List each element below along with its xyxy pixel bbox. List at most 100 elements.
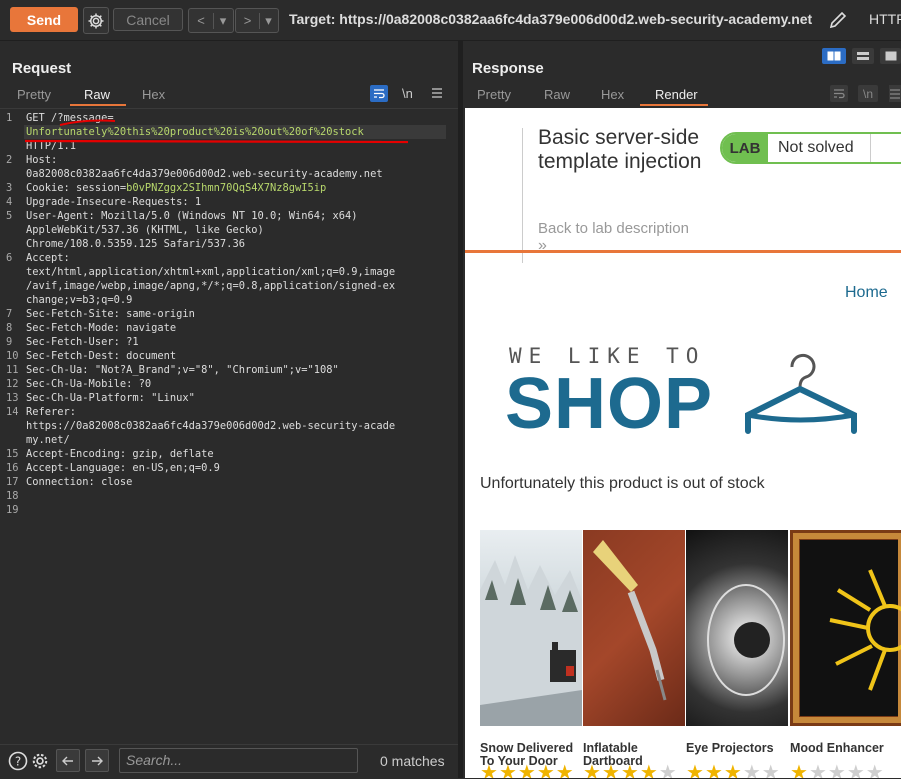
response-newlines-toggle[interactable]: \n bbox=[858, 85, 878, 102]
product-name-3[interactable]: Eye Projectors bbox=[686, 742, 790, 755]
hanger-logo-icon bbox=[745, 354, 857, 434]
code-line[interactable]: Accept: bbox=[26, 251, 70, 265]
code-line[interactable]: Connection: close bbox=[26, 475, 132, 489]
gear-icon bbox=[88, 13, 104, 28]
search-input[interactable] bbox=[120, 749, 357, 770]
star-filled-icon: ★ bbox=[480, 762, 499, 778]
code-token: Sec-Fetch-Dest: document bbox=[26, 350, 177, 362]
product-image-eye[interactable] bbox=[686, 530, 788, 726]
forward-dropdown-icon[interactable]: ▾ bbox=[259, 12, 277, 29]
layout-tabs-button[interactable] bbox=[880, 48, 901, 64]
code-line[interactable]: 0a82008c0382aa6fc4da379e006d00d2.web-sec… bbox=[26, 167, 383, 181]
request-tab-raw[interactable]: Raw bbox=[84, 87, 110, 102]
code-line[interactable]: Sec-Ch-Ua-Mobile: ?0 bbox=[26, 377, 151, 391]
response-tab-pretty[interactable]: Pretty bbox=[477, 87, 511, 102]
line-number: 11 bbox=[6, 364, 19, 376]
edit-target-button[interactable] bbox=[828, 10, 848, 35]
product-image-dartboard[interactable] bbox=[583, 530, 685, 726]
code-line[interactable]: User-Agent: Mozilla/5.0 (Windows NT 10.0… bbox=[26, 209, 358, 223]
help-button[interactable]: ? bbox=[8, 751, 28, 776]
sun-picture bbox=[793, 533, 901, 723]
star-filled-icon: ★ bbox=[555, 762, 575, 778]
code-token: Referer: bbox=[26, 406, 77, 418]
code-line[interactable]: text/html,application/xhtml+xml,applicat… bbox=[26, 265, 395, 279]
back-dropdown-icon[interactable]: ▾ bbox=[213, 12, 232, 29]
code-line[interactable]: Sec-Fetch-User: ?1 bbox=[26, 335, 139, 349]
star-filled-icon: ★ bbox=[704, 762, 724, 778]
param-value: b0vPNZggx2SIhmn70QqS4X7Nz8gwI5ip bbox=[126, 182, 327, 194]
header-orange-rule bbox=[465, 250, 901, 253]
settings-gear-button[interactable] bbox=[83, 7, 109, 34]
home-link[interactable]: Home bbox=[845, 284, 888, 302]
code-line[interactable]: my.net/ bbox=[26, 433, 70, 447]
product-image-mood[interactable] bbox=[790, 530, 901, 726]
code-token: Sec-Fetch-Site: same-origin bbox=[26, 308, 195, 320]
arrow-left-icon bbox=[62, 756, 73, 765]
star-filled-icon: ★ bbox=[498, 762, 518, 778]
code-line[interactable]: Accept-Encoding: gzip, deflate bbox=[26, 447, 214, 461]
request-raw-editor[interactable]: 1 GET /?message= Unfortunately%20this%20pr… bbox=[0, 108, 458, 745]
response-tab-hex[interactable]: Hex bbox=[601, 87, 624, 102]
code-line[interactable]: Chrome/108.0.5359.125 Safari/537.36 bbox=[26, 237, 245, 251]
code-token: Sec-Fetch-User: ?1 bbox=[26, 336, 139, 348]
code-line[interactable]: change;v=b3;q=0.9 bbox=[26, 293, 132, 307]
code-line[interactable]: Sec-Fetch-Site: same-origin bbox=[26, 307, 195, 321]
product-name-4[interactable]: Mood Enhancer bbox=[790, 742, 894, 755]
request-tab-pretty[interactable]: Pretty bbox=[17, 87, 51, 102]
request-tab-hex[interactable]: Hex bbox=[142, 87, 165, 102]
header-divider bbox=[522, 128, 523, 263]
forward-arrow-icon: > bbox=[243, 13, 252, 28]
show-newlines-toggle[interactable]: \n bbox=[402, 86, 413, 101]
code-line[interactable]: https://0a82008c0382aa6fc4da379e006d00d2… bbox=[26, 419, 395, 433]
code-line[interactable]: Sec-Fetch-Mode: navigate bbox=[26, 321, 176, 335]
code-token: Host: bbox=[26, 154, 58, 166]
previous-match-button[interactable] bbox=[56, 749, 80, 772]
response-menu-button[interactable] bbox=[889, 85, 901, 102]
history-forward-button[interactable]: > ▾ bbox=[235, 8, 279, 33]
search-field[interactable] bbox=[119, 748, 358, 773]
line-number: 12 bbox=[6, 378, 19, 390]
wrap-lines-toggle[interactable] bbox=[370, 85, 388, 102]
response-tab-raw[interactable]: Raw bbox=[544, 87, 570, 102]
code-token: Cookie: session= bbox=[26, 182, 127, 194]
next-match-button[interactable] bbox=[85, 749, 109, 772]
code-line[interactable]: Cookie: session=b0vPNZggx2SIhmn70QqS4X7N… bbox=[26, 181, 326, 195]
star-empty-icon: ★ bbox=[658, 762, 678, 778]
arrow-right-icon bbox=[92, 756, 103, 765]
panel-divider[interactable] bbox=[458, 40, 463, 778]
request-menu-button[interactable] bbox=[431, 86, 443, 102]
code-token: Accept-Encoding: gzip, deflate bbox=[26, 448, 214, 460]
svg-text:?: ? bbox=[15, 755, 21, 769]
code-line[interactable]: Referer: bbox=[26, 405, 76, 419]
layout-side-by-side-button[interactable] bbox=[822, 48, 846, 64]
back-arrow-icon: < bbox=[197, 13, 205, 28]
code-line[interactable]: /avif,image/webp,image/apng,*/*;q=0.8,ap… bbox=[26, 279, 395, 293]
layout-vertical-button[interactable] bbox=[852, 48, 874, 64]
line-number: 14 bbox=[6, 406, 19, 418]
single-pane-icon bbox=[885, 51, 896, 61]
response-tab-render[interactable]: Render bbox=[655, 87, 698, 102]
lab-status-text: Not solved bbox=[778, 139, 854, 156]
lab-title: Basic server-side template injection bbox=[538, 126, 702, 173]
code-line[interactable]: AppleWebKit/537.36 (KHTML, like Gecko) bbox=[26, 223, 264, 237]
back-to-lab-description-link[interactable]: Back to lab description bbox=[538, 220, 689, 237]
cancel-button[interactable]: Cancel bbox=[113, 8, 183, 31]
code-token: /avif,image/webp,image/apng,*/*;q=0.8,ap… bbox=[26, 280, 396, 292]
line-number: 9 bbox=[6, 336, 13, 348]
history-back-button[interactable]: < ▾ bbox=[188, 8, 234, 33]
line-number: 7 bbox=[6, 308, 13, 320]
code-line[interactable]: Sec-Fetch-Dest: document bbox=[26, 349, 176, 363]
product-image-snow[interactable] bbox=[480, 530, 582, 726]
code-token: my.net/ bbox=[26, 434, 70, 446]
response-wrap-toggle[interactable] bbox=[830, 85, 848, 102]
code-line[interactable]: Host: bbox=[26, 153, 57, 167]
http-version-label[interactable]: HTTP bbox=[869, 11, 901, 27]
code-line[interactable]: Sec-Ch-Ua-Platform: "Linux" bbox=[26, 391, 195, 405]
send-button[interactable]: Send bbox=[10, 7, 78, 32]
star-filled-icon: ★ bbox=[723, 762, 743, 778]
code-line[interactable]: Upgrade-Insecure-Requests: 1 bbox=[26, 195, 201, 209]
search-settings-button[interactable] bbox=[30, 751, 50, 776]
code-line[interactable]: Accept-Language: en-US,en;q=0.9 bbox=[26, 461, 220, 475]
code-token: Sec-Fetch-Mode: navigate bbox=[26, 322, 177, 334]
code-line[interactable]: Sec-Ch-Ua: "Not?A_Brand";v="8", "Chromiu… bbox=[26, 363, 339, 377]
